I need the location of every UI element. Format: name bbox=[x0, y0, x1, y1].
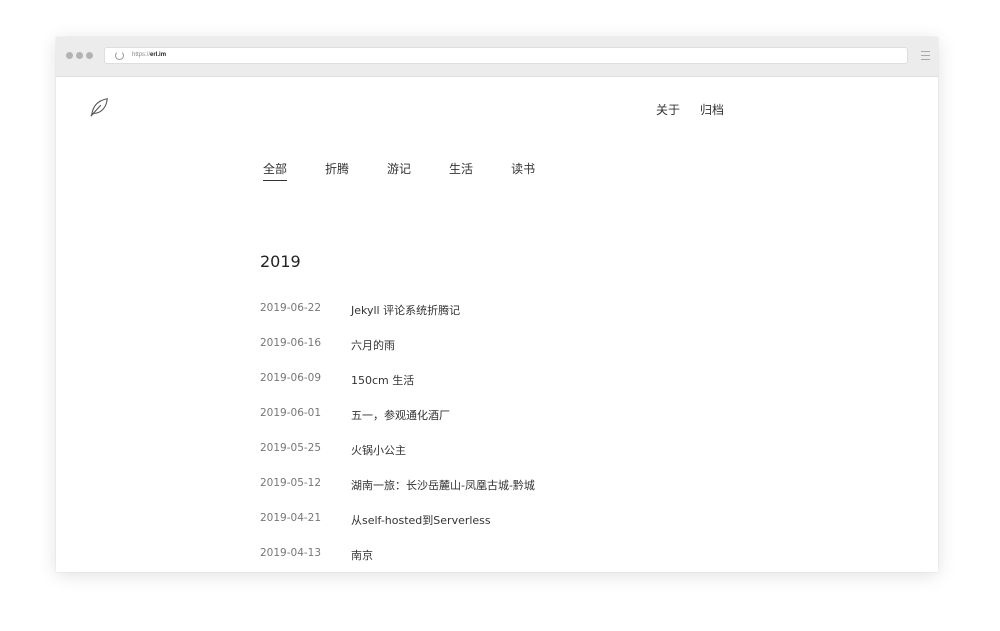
post-date: 2019-05-25 bbox=[260, 442, 322, 454]
browser-window: https://erl.im 关于 归档 全部 折腾 游记 生活 读书 2019… bbox=[56, 37, 938, 572]
list-item: 2019-05-12 湖南一旅：长沙岳麓山-凤凰古城-黔城 bbox=[260, 477, 535, 512]
list-item: 2019-05-25 火锅小公主 bbox=[260, 442, 535, 477]
reload-icon[interactable] bbox=[115, 51, 124, 60]
post-date: 2019-06-09 bbox=[260, 372, 322, 384]
url-text[interactable]: https://erl.im bbox=[132, 50, 166, 60]
post-list: 2019-06-22 Jekyll 评论系统折腾记 2019-06-16 六月的… bbox=[260, 302, 535, 572]
tab-all[interactable]: 全部 bbox=[263, 160, 288, 181]
top-navigation: 关于 归档 bbox=[656, 101, 724, 118]
post-date: 2019-04-21 bbox=[260, 512, 322, 524]
minimize-window-dot[interactable] bbox=[76, 52, 83, 59]
url-host: erl.im bbox=[150, 52, 167, 58]
post-title-link[interactable]: 150cm 生活 bbox=[351, 372, 414, 388]
post-title-link[interactable]: 从self-hosted到Serverless bbox=[351, 512, 491, 528]
category-tabs: 全部 折腾 游记 生活 读书 bbox=[263, 160, 573, 181]
post-date: 2019-06-22 bbox=[260, 302, 322, 314]
nav-archive[interactable]: 归档 bbox=[700, 101, 724, 118]
maximize-window-dot[interactable] bbox=[86, 52, 93, 59]
post-date: 2019-06-01 bbox=[260, 407, 322, 419]
leaf-logo-icon[interactable] bbox=[88, 96, 110, 118]
post-title-link[interactable]: 湖南一旅：长沙岳麓山-凤凰古城-黔城 bbox=[351, 477, 535, 493]
close-window-dot[interactable] bbox=[66, 52, 73, 59]
url-prefix: https:// bbox=[132, 52, 151, 58]
list-item: 2019-04-21 从self-hosted到Serverless bbox=[260, 512, 535, 547]
tab-reading[interactable]: 读书 bbox=[511, 160, 535, 181]
post-date: 2019-05-12 bbox=[260, 477, 322, 489]
list-item: 2019-06-01 五一，参观通化酒厂 bbox=[260, 407, 535, 442]
year-heading: 2019 bbox=[260, 252, 301, 271]
tab-travel[interactable]: 游记 bbox=[387, 160, 411, 181]
post-title-link[interactable]: 火锅小公主 bbox=[351, 442, 406, 458]
address-bar[interactable]: https://erl.im bbox=[104, 47, 908, 64]
post-date: 2019-06-16 bbox=[260, 337, 322, 349]
hamburger-menu-icon[interactable] bbox=[921, 51, 930, 60]
window-controls bbox=[66, 52, 93, 60]
list-item: 2019-06-09 150cm 生活 bbox=[260, 372, 535, 407]
tab-tinkering[interactable]: 折腾 bbox=[325, 160, 349, 181]
list-item: 2019-06-22 Jekyll 评论系统折腾记 bbox=[260, 302, 535, 337]
post-title-link[interactable]: 六月的雨 bbox=[351, 337, 395, 353]
list-item: 2019-06-16 六月的雨 bbox=[260, 337, 535, 372]
tab-life[interactable]: 生活 bbox=[449, 160, 473, 181]
post-date: 2019-04-13 bbox=[260, 547, 322, 559]
post-title-link[interactable]: Jekyll 评论系统折腾记 bbox=[351, 302, 460, 318]
nav-about[interactable]: 关于 bbox=[656, 101, 680, 118]
post-title-link[interactable]: 五一，参观通化酒厂 bbox=[351, 407, 450, 423]
list-item: 2019-04-13 南京 bbox=[260, 547, 535, 572]
browser-toolbar: https://erl.im bbox=[56, 37, 938, 77]
post-title-link[interactable]: 南京 bbox=[351, 547, 373, 563]
